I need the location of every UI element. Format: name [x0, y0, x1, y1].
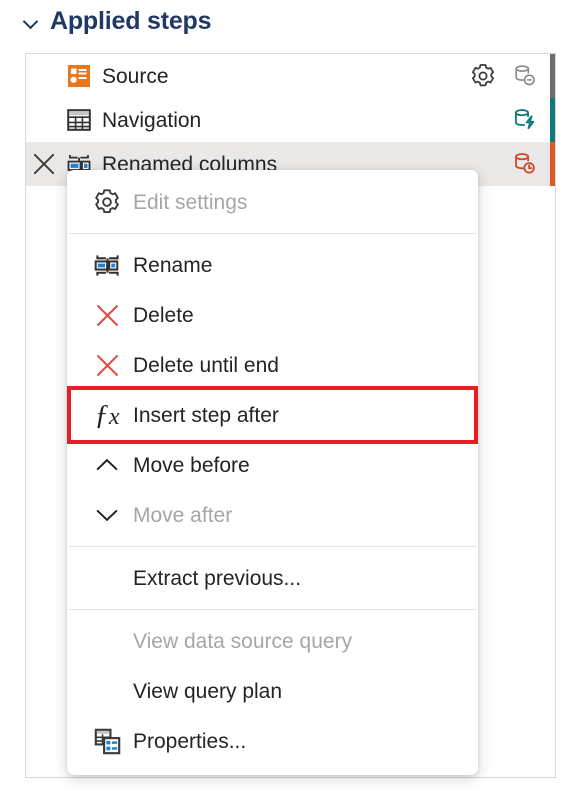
source-step-icon	[62, 64, 96, 88]
menu-item-label: View query plan	[133, 679, 283, 703]
chevron-up-icon	[81, 451, 133, 479]
menu-item-label: Delete	[133, 303, 194, 327]
menu-item-view-data-source-query[interactable]: View data source query	[67, 616, 478, 666]
chevron-down-icon	[81, 501, 133, 529]
menu-item-label: View data source query	[133, 629, 353, 653]
step-row-navigation[interactable]: Navigation	[26, 98, 555, 142]
step-row-source[interactable]: Source	[26, 54, 555, 98]
menu-item-label: Move after	[133, 503, 233, 527]
applied-steps-header[interactable]: Applied steps	[22, 6, 212, 36]
menu-item-move-before[interactable]: Move before	[67, 440, 478, 490]
step-accent-bar	[550, 98, 555, 142]
table-step-icon	[62, 108, 96, 132]
step-accent-bar	[550, 54, 555, 98]
menu-item-label: Delete until end	[133, 353, 279, 377]
menu-item-label: Rename	[133, 253, 213, 277]
step-actions	[510, 142, 555, 186]
menu-item-extract-previous[interactable]: Extract previous...	[67, 553, 478, 603]
menu-item-edit-settings[interactable]: Edit settings	[67, 177, 478, 227]
page-title: Applied steps	[50, 7, 212, 35]
step-delete-placeholder	[26, 54, 62, 98]
database-clock-icon[interactable]	[510, 147, 540, 181]
menu-item-delete-until-end[interactable]: Delete until end	[67, 340, 478, 390]
menu-item-label: Properties...	[133, 729, 247, 753]
menu-item-insert-step-after[interactable]: ƒx Insert step after	[67, 390, 478, 440]
menu-separator	[68, 233, 477, 234]
menu-separator	[68, 546, 477, 547]
step-delete-button[interactable]	[26, 142, 62, 186]
menu-item-view-query-plan[interactable]: View query plan	[67, 666, 478, 716]
delete-x-icon	[81, 352, 133, 379]
delete-x-icon	[81, 302, 133, 329]
menu-item-rename[interactable]: Rename	[67, 240, 478, 290]
database-minus-icon[interactable]	[510, 59, 540, 93]
step-label: Source	[102, 64, 169, 88]
menu-item-properties[interactable]: Properties...	[67, 716, 478, 766]
step-actions	[466, 54, 555, 98]
chevron-down-icon[interactable]	[22, 12, 40, 30]
step-delete-placeholder	[26, 98, 62, 142]
rename-icon	[81, 252, 133, 279]
properties-icon	[81, 728, 133, 755]
menu-separator	[68, 609, 477, 610]
database-lightning-icon[interactable]	[510, 103, 540, 137]
gear-icon[interactable]	[466, 59, 500, 93]
menu-item-label: Insert step after	[133, 403, 279, 427]
gear-icon	[81, 187, 133, 217]
step-actions	[510, 98, 555, 142]
menu-item-delete[interactable]: Delete	[67, 290, 478, 340]
menu-item-label: Edit settings	[133, 190, 248, 214]
menu-item-label: Move before	[133, 453, 250, 477]
fx-icon: ƒx	[94, 398, 120, 431]
step-accent-bar	[550, 142, 555, 186]
menu-item-move-after[interactable]: Move after	[67, 490, 478, 540]
step-context-menu: Edit settings Rename Delete Delete until…	[67, 170, 478, 775]
step-label: Navigation	[102, 108, 202, 132]
menu-item-label: Extract previous...	[133, 566, 302, 590]
